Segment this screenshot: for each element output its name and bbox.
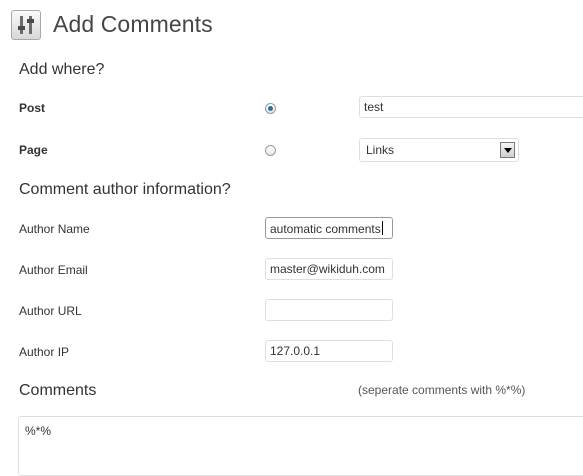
section-title-add-where: Add where? <box>19 61 105 78</box>
text-caret <box>381 221 383 235</box>
author-url-input[interactable] <box>265 299 393 321</box>
author-name-value: automatic comments <box>270 222 381 236</box>
post-label: Post <box>19 101 46 115</box>
page-label: Page <box>19 143 48 157</box>
author-email-label: Author Email <box>19 263 88 277</box>
chevron-down-icon[interactable] <box>500 142 515 158</box>
page-title: Add Comments <box>53 11 213 37</box>
page-select[interactable]: Links <box>359 138 519 162</box>
post-radio[interactable] <box>265 103 276 114</box>
section-title-author-info: Comment author information? <box>19 181 231 198</box>
comments-hint: (seperate comments with %*%) <box>358 383 526 397</box>
comments-textarea[interactable]: %*% <box>18 416 583 476</box>
post-input[interactable]: test <box>359 96 583 118</box>
author-url-label: Author URL <box>19 304 82 318</box>
author-ip-input[interactable]: 127.0.0.1 <box>265 340 393 362</box>
page-select-value: Links <box>366 143 395 157</box>
author-name-label: Author Name <box>19 222 90 236</box>
author-ip-label: Author IP <box>19 345 70 359</box>
author-email-input[interactable]: master@wikiduh.com <box>265 258 393 280</box>
page-radio[interactable] <box>265 145 276 156</box>
author-name-input[interactable]: automatic comments <box>265 217 393 239</box>
sliders-icon <box>11 10 41 40</box>
section-title-comments: Comments <box>19 382 97 399</box>
